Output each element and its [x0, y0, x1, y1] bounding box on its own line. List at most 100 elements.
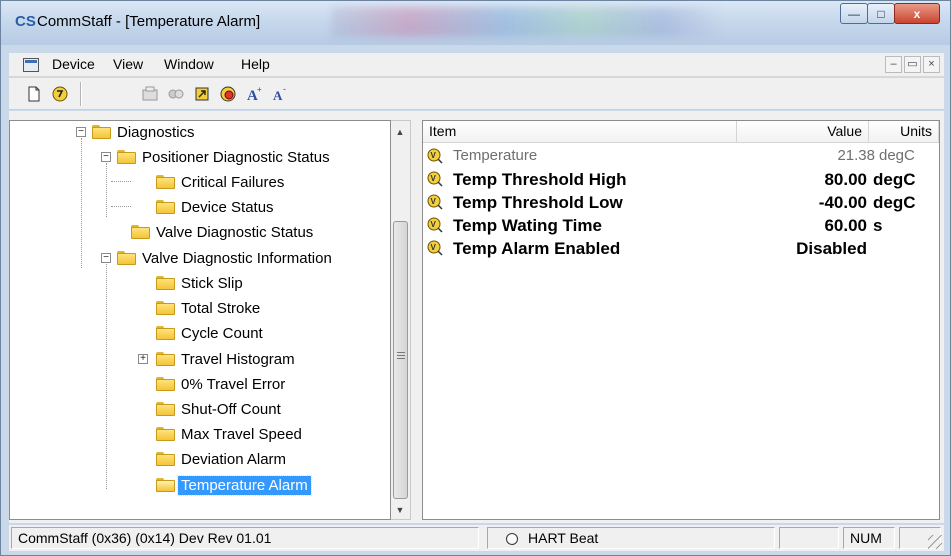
- row-value: -40.00: [818, 193, 867, 212]
- folder-icon: [156, 402, 175, 416]
- open-folder-icon: [156, 478, 175, 492]
- folder-icon: [156, 301, 175, 315]
- refresh-tree-button[interactable]: [191, 83, 213, 105]
- variable-icon: V: [427, 217, 443, 233]
- stop-device-button[interactable]: [217, 83, 239, 105]
- scroll-down-arrow-icon[interactable]: ▼: [395, 505, 405, 515]
- parameter-list[interactable]: Item Value Units V Temperature 21.38 deg…: [422, 120, 940, 520]
- tree-guide-line: [111, 181, 131, 182]
- window-title: CommStaff - [Temperature Alarm]: [37, 13, 261, 30]
- device-properties-button[interactable]: [139, 83, 161, 105]
- resize-grip-icon[interactable]: [928, 535, 942, 549]
- device-compare-button[interactable]: [165, 83, 187, 105]
- collapse-icon[interactable]: −: [101, 253, 111, 263]
- device-compare-icon: [168, 89, 184, 99]
- tree-node-critical-failures[interactable]: Critical Failures: [156, 171, 284, 193]
- pane-splitter[interactable]: [412, 120, 422, 520]
- app-window: CS CommStaff - [Temperature Alarm] — □ x…: [0, 0, 951, 556]
- collapse-icon[interactable]: −: [76, 127, 86, 137]
- scroll-thumb[interactable]: [393, 221, 408, 499]
- menu-help[interactable]: Help: [241, 56, 270, 72]
- tree-node-cycle-count[interactable]: Cycle Count: [156, 322, 263, 344]
- menu-window[interactable]: Window: [164, 56, 214, 72]
- status-num: NUM: [843, 527, 895, 549]
- list-row-temp-threshold-high[interactable]: V Temp Threshold High 80.00 degC: [423, 168, 939, 190]
- folder-icon: [156, 377, 175, 391]
- menu-device[interactable]: Device: [52, 56, 95, 72]
- folder-icon: [156, 326, 175, 340]
- device-tree[interactable]: − Diagnostics − Positioner Diagnostic St…: [9, 120, 391, 520]
- list-row-temp-threshold-low[interactable]: V Temp Threshold Low -40.00 degC: [423, 191, 939, 213]
- folder-icon: [156, 427, 175, 441]
- tree-node-valve-diagnostic-status[interactable]: Valve Diagnostic Status: [131, 221, 313, 243]
- tree-node-device-status[interactable]: Device Status: [156, 196, 274, 218]
- close-button[interactable]: x: [894, 3, 940, 24]
- svg-text:V: V: [431, 174, 437, 183]
- tree-guide-line: [111, 206, 131, 207]
- open-device-icon: [52, 86, 68, 102]
- tree-node-stick-slip[interactable]: Stick Slip: [156, 272, 243, 294]
- list-row-temperature[interactable]: V Temperature 21.38 degC: [423, 145, 939, 167]
- folder-icon: [156, 452, 175, 466]
- close-icon: x: [913, 6, 921, 21]
- mdi-close-button[interactable]: ×: [923, 56, 940, 73]
- expand-icon[interactable]: +: [138, 354, 148, 364]
- stop-device-icon: [220, 86, 236, 102]
- status-hart-label: HART Beat: [528, 530, 599, 546]
- scroll-up-arrow-icon[interactable]: ▲: [395, 127, 405, 137]
- list-header: Item Value Units: [423, 121, 939, 143]
- list-row-temp-wating-time[interactable]: V Temp Wating Time 60.00 s: [423, 214, 939, 236]
- minimize-button[interactable]: —: [840, 3, 868, 24]
- font-decrease-button[interactable]: A-: [269, 83, 291, 105]
- blurred-taskbar-area: [331, 7, 721, 37]
- new-button[interactable]: [23, 83, 45, 105]
- maximize-button[interactable]: □: [867, 3, 895, 24]
- menu-view[interactable]: View: [113, 56, 143, 72]
- mdi-buttons: – ▭ ×: [885, 56, 940, 73]
- minimize-icon: —: [848, 6, 860, 21]
- grip-icon: [397, 352, 405, 359]
- column-header-item[interactable]: Item: [423, 121, 737, 142]
- column-header-value[interactable]: Value: [737, 121, 869, 142]
- mdi-minimize-button[interactable]: –: [885, 56, 902, 73]
- column-header-units[interactable]: Units: [869, 121, 939, 142]
- list-row-temp-alarm-enabled[interactable]: V Temp Alarm Enabled Disabled: [423, 237, 939, 259]
- row-value: 60.00: [824, 216, 867, 235]
- font-increase-button[interactable]: A +: [243, 83, 265, 105]
- mdi-restore-button[interactable]: ▭: [904, 56, 921, 73]
- tree-node-travel-error[interactable]: 0% Travel Error: [156, 373, 285, 395]
- title-bar[interactable]: CS CommStaff - [Temperature Alarm] — □ x: [1, 1, 950, 45]
- tree-node-shut-off-count[interactable]: Shut-Off Count: [156, 398, 281, 420]
- tree-node-deviation-alarm[interactable]: Deviation Alarm: [156, 448, 286, 470]
- tree-node-label: Stick Slip: [181, 274, 243, 292]
- status-device-info: CommStaff (0x36) (0x14) Dev Rev 01.01: [11, 527, 479, 549]
- document-system-menu-icon[interactable]: [23, 58, 39, 72]
- tree-node-label: Deviation Alarm: [181, 450, 287, 468]
- tree-node-label: Critical Failures: [181, 173, 285, 191]
- tree-node-temperature-alarm[interactable]: Temperature Alarm: [156, 474, 312, 496]
- tree-node-label: Total Stroke: [181, 299, 261, 317]
- tree-node-valve-diagnostic-information[interactable]: − Valve Diagnostic Information: [101, 247, 332, 269]
- tree-node-positioner-diagnostic-status[interactable]: − Positioner Diagnostic Status: [101, 146, 330, 168]
- row-item-label: Temp Wating Time: [453, 216, 602, 235]
- collapse-icon[interactable]: −: [101, 152, 111, 162]
- row-value: Disabled: [796, 239, 867, 258]
- tree-node-travel-histogram[interactable]: + Travel Histogram: [138, 348, 295, 370]
- tree-node-total-stroke[interactable]: Total Stroke: [156, 297, 260, 319]
- tree-node-label: 0% Travel Error: [181, 375, 286, 393]
- open-device-button[interactable]: [49, 83, 71, 105]
- tree-node-max-travel-speed[interactable]: Max Travel Speed: [156, 423, 302, 445]
- svg-text:V: V: [431, 220, 437, 229]
- tree-guide-line: [106, 163, 107, 217]
- refresh-tree-icon: [195, 87, 209, 101]
- svg-text:V: V: [431, 151, 437, 160]
- row-units: degC: [879, 147, 915, 164]
- status-bar: CommStaff (0x36) (0x14) Dev Rev 01.01 HA…: [9, 525, 944, 551]
- row-units: degC: [873, 170, 916, 189]
- tree-vertical-scrollbar[interactable]: ▲ ▼: [391, 120, 411, 520]
- row-value: 80.00: [824, 170, 867, 189]
- row-item-label: Temp Alarm Enabled: [453, 239, 621, 258]
- tree-node-diagnostics[interactable]: − Diagnostics: [76, 121, 195, 143]
- variable-icon: V: [427, 194, 443, 210]
- maximize-icon: □: [877, 6, 885, 21]
